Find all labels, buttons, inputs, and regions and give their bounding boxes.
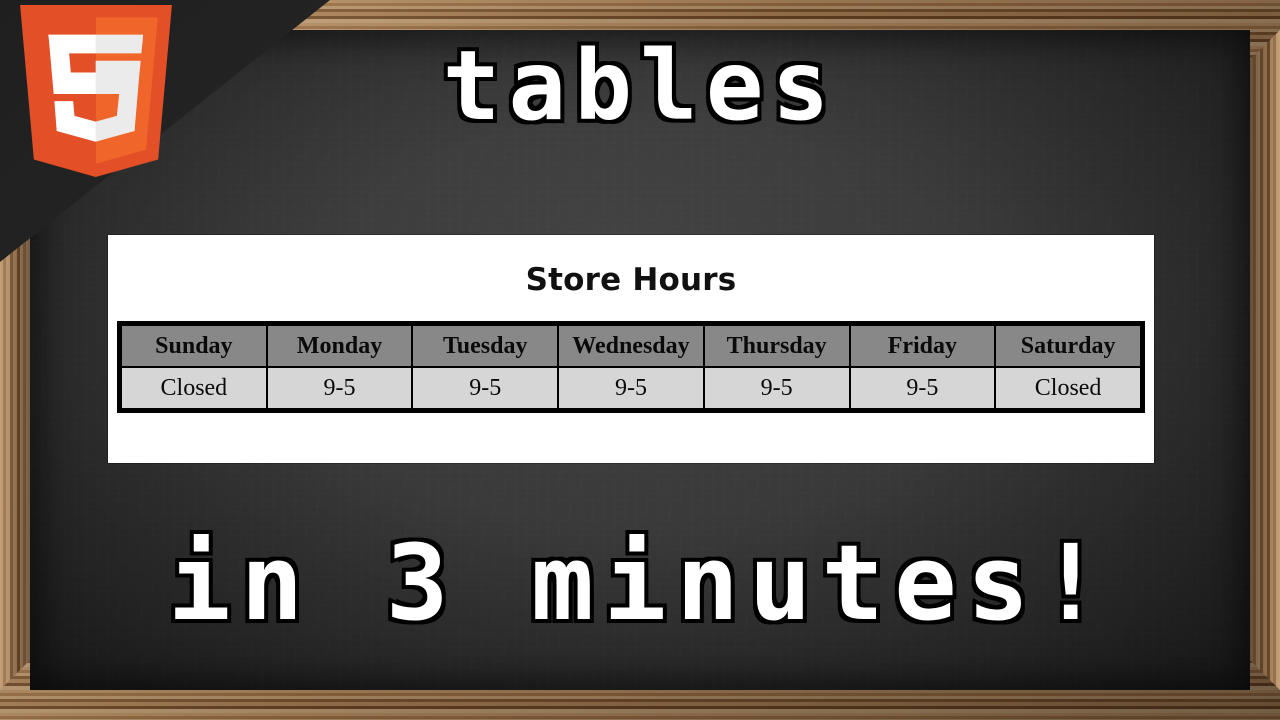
store-hours-table: Sunday Monday Tuesday Wednesday Thursday… <box>117 321 1145 413</box>
table-header-cell: Monday <box>267 326 412 366</box>
table-header-cell: Wednesday <box>559 326 703 366</box>
table-cell: 9-5 <box>559 368 703 408</box>
page-subtitle: in 3 minutes! <box>165 521 1112 646</box>
content-panel: Store Hours Sunday Monday Tuesday Wednes… <box>108 235 1154 463</box>
table-header-cell: Friday <box>850 326 995 366</box>
table-cell: 9-5 <box>704 368 849 408</box>
table-wrapper: Sunday Monday Tuesday Wednesday Thursday… <box>108 321 1154 413</box>
table-header-cell: Sunday <box>122 326 266 366</box>
table-header-row: Sunday Monday Tuesday Wednesday Thursday… <box>122 326 1140 366</box>
table-header-cell: Saturday <box>996 326 1140 366</box>
table-cell: Closed <box>996 368 1140 408</box>
page-title: tables <box>439 30 838 142</box>
table-cell: Closed <box>122 368 266 408</box>
table-cell: 9-5 <box>267 368 412 408</box>
table-head: Sunday Monday Tuesday Wednesday Thursday… <box>122 326 1140 366</box>
table-cell: 9-5 <box>850 368 995 408</box>
table-row: Closed 9-5 9-5 9-5 9-5 9-5 Closed <box>122 368 1140 408</box>
video-thumbnail-stage: tables Store Hours Sunday Monday Tuesday… <box>0 0 1280 720</box>
table-cell: 9-5 <box>413 368 558 408</box>
table-body: Closed 9-5 9-5 9-5 9-5 9-5 Closed <box>122 368 1140 408</box>
table-header-cell: Tuesday <box>413 326 558 366</box>
html5-shield-icon <box>20 5 172 177</box>
table-header-cell: Thursday <box>704 326 849 366</box>
table-caption: Store Hours <box>525 262 737 298</box>
